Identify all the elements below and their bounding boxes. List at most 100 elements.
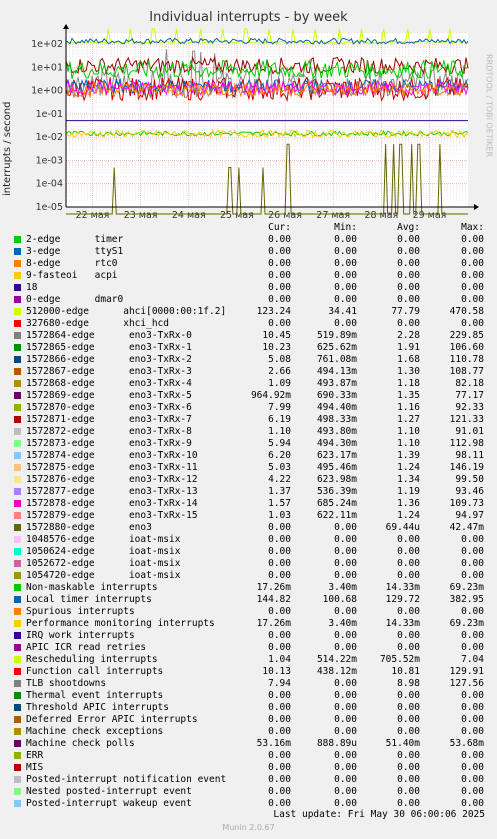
legend-value-cur: 7.94	[268, 678, 291, 689]
legend-value-min: 495.46m	[316, 462, 357, 473]
legend-swatch	[14, 248, 21, 255]
legend-row: Machine check polls 53.16m 888.89u 51.40m 53…	[12, 738, 490, 750]
legend-value-avg: 0.00	[397, 318, 420, 329]
legend-value-avg: 1.10	[397, 426, 420, 437]
legend-swatch	[14, 776, 21, 783]
y-axis-arrow	[63, 24, 69, 29]
legend-value-max: 0.00	[461, 546, 484, 557]
legend-value-max: 112.98	[449, 438, 484, 449]
legend-row: 1572867-edge eno3-TxRx-3 2.66 494.13m 1.30 1…	[12, 366, 490, 378]
legend-value-avg: 1.30	[397, 366, 420, 377]
legend-row: 3-edge ttyS1 0.00 0.00 0.00 0.00	[12, 246, 490, 258]
legend-value-avg: 0.00	[397, 762, 420, 773]
legend-value-min: 493.87m	[316, 378, 357, 389]
legend-value-avg: 0.00	[397, 270, 420, 281]
legend-value-avg: 0.00	[397, 570, 420, 581]
legend-value-max: 229.85	[449, 330, 484, 341]
legend-value-max: 0.00	[461, 786, 484, 797]
legend-value-cur: 0.00	[268, 522, 291, 533]
legend-swatch	[14, 308, 21, 315]
legend-value-max: 109.73	[449, 498, 484, 509]
legend-swatch	[14, 464, 21, 471]
legend-value-min: 519.89m	[316, 330, 357, 341]
legend-swatch	[14, 416, 21, 423]
legend-label: 1572870-edge eno3-TxRx-6	[26, 402, 192, 413]
legend-value-max: 98.11	[455, 450, 484, 461]
legend-row: Rescheduling interrupts 1.04 514.22m 705.52…	[12, 654, 490, 666]
legend-value-cur: 1.04	[268, 654, 291, 665]
plot-background	[66, 33, 468, 207]
legend-value-min: 536.39m	[316, 486, 357, 497]
legend-value-avg: 1.68	[397, 354, 420, 365]
legend-swatch	[14, 236, 21, 243]
y-tick-label: 1e+00	[31, 86, 63, 97]
legend-swatch	[14, 584, 21, 591]
legend-value-avg: 1.91	[397, 342, 420, 353]
legend-value-cur: 2.66	[268, 366, 291, 377]
legend-swatch	[14, 320, 21, 327]
legend-value-cur: 0.00	[268, 246, 291, 257]
legend-value-avg: 0.00	[397, 630, 420, 641]
legend-value-avg: 129.72	[385, 594, 420, 605]
legend-value-max: 7.04	[461, 654, 484, 665]
legend-value-cur: 0.00	[268, 786, 291, 797]
chart-area: 1e+02 1e+01 1e+00 1e-01 1e-02 1e-03 1e-04 1e-05…	[31, 24, 479, 220]
legend-value-max: 0.00	[461, 750, 484, 761]
legend-swatch	[14, 680, 21, 687]
legend-label: 1572875-edge eno3-TxRx-11	[26, 462, 198, 473]
legend-value-min: 438.12m	[316, 666, 357, 677]
legend-value-min: 0.00	[334, 630, 357, 641]
legend-value-avg: 1.16	[397, 402, 420, 413]
legend-value-cur: 1.37	[268, 486, 291, 497]
legend-label: 327680-edge xhci_hcd	[26, 318, 169, 329]
legend-value-min: 0.00	[334, 678, 357, 689]
legend-row: 1054720-edge ioat-msix 0.00 0.00 0.00 0.00	[12, 570, 490, 582]
legend-value-min: 0.00	[334, 750, 357, 761]
legend-swatch	[14, 392, 21, 399]
legend-label: Local timer interrupts	[26, 594, 152, 605]
legend-value-max: 0.00	[461, 726, 484, 737]
legend-label: 8-edge rtc0	[26, 258, 118, 269]
header-min: Min:	[334, 222, 357, 233]
legend-swatch	[14, 716, 21, 723]
legend-value-max: 99.50	[455, 474, 484, 485]
legend-value-min: 3.40m	[328, 582, 357, 593]
legend-label: Machine check exceptions	[26, 726, 164, 737]
legend-swatch	[14, 788, 21, 795]
legend-label: 1572864-edge eno3-TxRx-0	[26, 330, 192, 341]
legend-value-cur: 0.00	[268, 534, 291, 545]
legend-value-cur: 0.00	[268, 642, 291, 653]
legend-value-min: 0.00	[334, 690, 357, 701]
legend-value-min: 494.40m	[316, 402, 357, 413]
legend-value-cur: 0.00	[268, 294, 291, 305]
legend-value-min: 0.00	[334, 294, 357, 305]
legend-row: 1572864-edge eno3-TxRx-0 10.45 519.89m 2.28…	[12, 330, 490, 342]
legend-swatch	[14, 380, 21, 387]
legend-value-avg: 0.00	[397, 726, 420, 737]
legend-value-min: 493.80m	[316, 426, 357, 437]
legend-value-min: 0.00	[334, 522, 357, 533]
legend-value-max: 0.00	[461, 774, 484, 785]
legend-label: IRQ work interrupts	[26, 630, 135, 641]
legend-value-cur: 10.23	[262, 342, 291, 353]
legend-swatch	[14, 548, 21, 555]
legend-swatch	[14, 536, 21, 543]
legend-value-avg: 0.00	[397, 606, 420, 617]
header-max: Max:	[461, 222, 484, 233]
legend-row: 18 0.00 0.00 0.00 0.00	[12, 282, 490, 294]
legend-swatch	[14, 476, 21, 483]
legend-value-min: 888.89u	[316, 738, 357, 749]
legend-value-cur: 0.00	[268, 570, 291, 581]
legend-value-cur: 964.92m	[250, 390, 291, 401]
legend-row: 1572866-edge eno3-TxRx-2 5.08 761.08m 1.68 1…	[12, 354, 490, 366]
legend-label: 0-edge dmar0	[26, 294, 124, 305]
legend-value-max: 93.46	[455, 486, 484, 497]
legend-value-max: 382.95	[449, 594, 484, 605]
y-tick-label: 1e+02	[31, 39, 63, 50]
legend-value-avg: 0.00	[397, 702, 420, 713]
legend-row: MIS 0.00 0.00 0.00 0.00	[12, 762, 490, 774]
legend-value-min: 0.00	[334, 714, 357, 725]
legend-value-cur: 17.26m	[256, 618, 291, 629]
legend-value-cur: 0.00	[268, 726, 291, 737]
legend-row: Threshold APIC interrupts 0.00 0.00 0.00 0.0…	[12, 702, 490, 714]
